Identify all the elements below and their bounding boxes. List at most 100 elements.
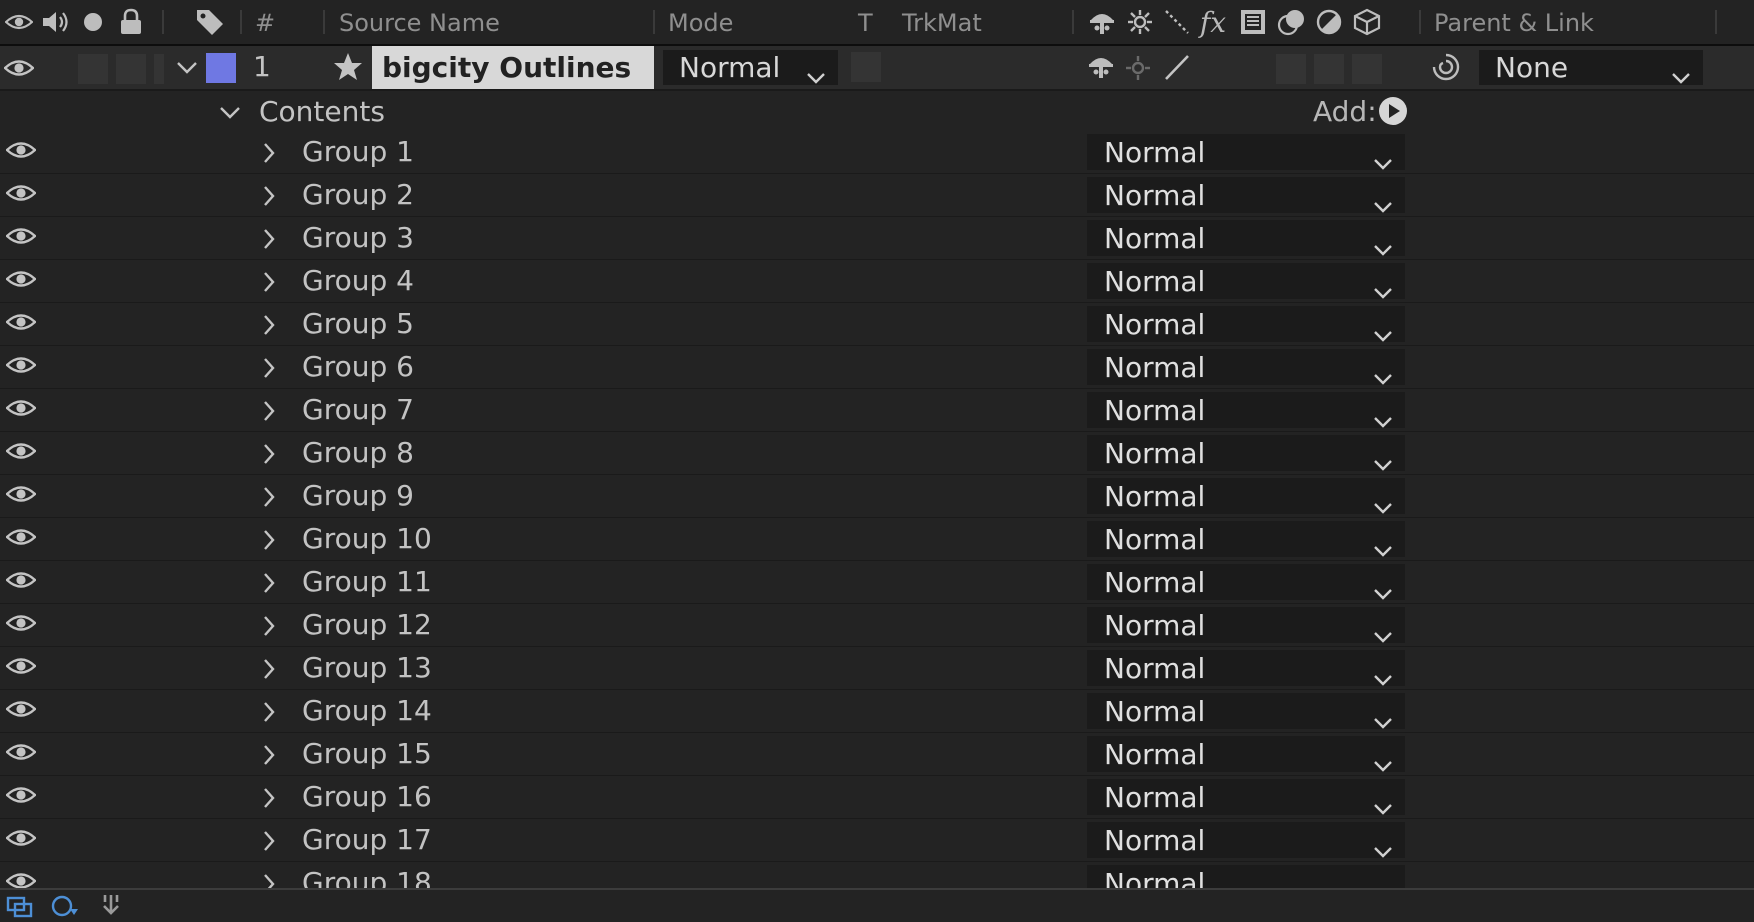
chevron-right-icon[interactable] <box>262 228 276 254</box>
chevron-right-icon[interactable] <box>262 658 276 684</box>
group-row-14[interactable]: Group 14 Normal <box>0 691 1754 733</box>
collapse-switch-icon[interactable] <box>1125 55 1151 85</box>
eye-icon[interactable] <box>5 140 37 164</box>
group-mode-dropdown[interactable]: Normal <box>1087 564 1405 600</box>
group-row-17[interactable]: Group 17 Normal <box>0 820 1754 862</box>
chevron-right-icon[interactable] <box>262 701 276 727</box>
source-name-column-header[interactable]: Source Name <box>339 9 500 37</box>
chevron-right-icon[interactable] <box>262 787 276 813</box>
chevron-right-icon[interactable] <box>262 572 276 598</box>
eye-icon[interactable] <box>5 699 37 723</box>
3d-layer-icon[interactable] <box>1351 7 1383 37</box>
group-row-9[interactable]: Group 9 Normal <box>0 476 1754 518</box>
chevron-right-icon[interactable] <box>262 529 276 555</box>
group-mode-dropdown[interactable]: Normal <box>1087 607 1405 643</box>
group-row-3[interactable]: Group 3 Normal <box>0 218 1754 260</box>
add-play-icon[interactable] <box>1378 96 1408 130</box>
eye-icon[interactable] <box>5 742 37 766</box>
trkmat-box[interactable] <box>851 52 881 82</box>
chevron-right-icon[interactable] <box>262 615 276 641</box>
group-row-5[interactable]: Group 5 Normal <box>0 304 1754 346</box>
group-mode-dropdown[interactable]: Normal <box>1087 779 1405 815</box>
layer-row[interactable]: 1 bigcity Outlines Normal None <box>0 46 1754 91</box>
shy-switch-icon[interactable] <box>1086 52 1116 84</box>
group-row-1[interactable]: Group 1 Normal <box>0 132 1754 174</box>
parent-dropdown[interactable]: None <box>1479 50 1703 85</box>
motion-blur-switch-box[interactable] <box>1314 54 1344 84</box>
group-row-2[interactable]: Group 2 Normal <box>0 175 1754 217</box>
group-mode-dropdown[interactable]: Normal <box>1087 650 1405 686</box>
eye-icon[interactable] <box>3 7 35 37</box>
group-row-6[interactable]: Group 6 Normal <box>0 347 1754 389</box>
shy-icon[interactable] <box>1086 7 1118 37</box>
group-mode-dropdown[interactable]: Normal <box>1087 220 1405 256</box>
chevron-right-icon[interactable] <box>262 271 276 297</box>
speaker-icon[interactable] <box>39 7 71 37</box>
fx-icon[interactable]: fx <box>1197 6 1229 39</box>
lock-icon[interactable] <box>115 7 147 37</box>
composition-flowchart-icon[interactable] <box>6 896 34 922</box>
lock-toggle-box[interactable] <box>154 54 164 84</box>
layer-name-field[interactable]: bigcity Outlines <box>372 46 654 89</box>
quality-switch-icon[interactable] <box>1163 53 1191 85</box>
eye-icon[interactable] <box>5 484 37 508</box>
group-mode-dropdown[interactable]: Normal <box>1087 693 1405 729</box>
expand-layer-icon[interactable] <box>50 895 80 921</box>
chevron-right-icon[interactable] <box>262 744 276 770</box>
chevron-right-icon[interactable] <box>262 486 276 512</box>
audio-toggle-box[interactable] <box>78 54 108 84</box>
group-mode-dropdown[interactable]: Normal <box>1087 263 1405 299</box>
group-row-8[interactable]: Group 8 Normal <box>0 433 1754 475</box>
eye-icon[interactable] <box>5 398 37 422</box>
group-mode-dropdown[interactable]: Normal <box>1087 822 1405 858</box>
chevron-right-icon[interactable] <box>262 443 276 469</box>
motion-blur-icon[interactable] <box>1275 7 1307 37</box>
chevron-down-icon[interactable] <box>176 60 198 79</box>
eye-icon[interactable] <box>5 226 37 250</box>
group-row-16[interactable]: Group 16 Normal <box>0 777 1754 819</box>
group-mode-dropdown[interactable]: Normal <box>1087 177 1405 213</box>
frame-blending-icon[interactable] <box>1237 7 1269 37</box>
eye-icon[interactable] <box>5 269 37 293</box>
eye-icon[interactable] <box>5 828 37 852</box>
eye-icon[interactable] <box>5 355 37 379</box>
group-row-7[interactable]: Group 7 Normal <box>0 390 1754 432</box>
group-mode-dropdown[interactable]: Normal <box>1087 134 1405 170</box>
adjustment-layer-icon[interactable] <box>1313 7 1345 37</box>
group-mode-dropdown[interactable]: Normal <box>1087 306 1405 342</box>
chevron-right-icon[interactable] <box>262 830 276 856</box>
eye-icon[interactable] <box>5 312 37 336</box>
eye-icon[interactable] <box>5 441 37 465</box>
collapse-transform-icon[interactable] <box>1124 7 1156 37</box>
group-row-11[interactable]: Group 11 Normal <box>0 562 1754 604</box>
eye-icon[interactable] <box>5 570 37 594</box>
eye-icon[interactable] <box>5 656 37 680</box>
layer-mode-dropdown[interactable]: Normal <box>663 50 838 85</box>
solo-toggle-box[interactable] <box>116 54 146 84</box>
quality-icon[interactable] <box>1161 7 1193 37</box>
group-mode-dropdown[interactable]: Normal <box>1087 349 1405 385</box>
group-mode-dropdown[interactable]: Normal <box>1087 435 1405 471</box>
chevron-right-icon[interactable] <box>262 400 276 426</box>
effect-switch-box[interactable] <box>1276 54 1306 84</box>
eye-icon[interactable] <box>5 183 37 207</box>
group-row-15[interactable]: Group 15 Normal <box>0 734 1754 776</box>
adjustment-switch-box[interactable] <box>1352 54 1382 84</box>
eye-icon[interactable] <box>5 785 37 809</box>
eye-icon[interactable] <box>5 527 37 551</box>
eye-icon[interactable] <box>5 613 37 637</box>
group-mode-dropdown[interactable]: Normal <box>1087 521 1405 557</box>
chevron-down-icon[interactable] <box>219 105 241 124</box>
toggle-switches-icon[interactable] <box>96 893 126 921</box>
label-tag-icon[interactable] <box>194 7 226 37</box>
group-row-4[interactable]: Group 4 Normal <box>0 261 1754 303</box>
group-mode-dropdown[interactable]: Normal <box>1087 392 1405 428</box>
pick-whip-icon[interactable] <box>1430 51 1462 87</box>
chevron-right-icon[interactable] <box>262 142 276 168</box>
chevron-right-icon[interactable] <box>262 185 276 211</box>
solo-dot-icon[interactable] <box>77 7 109 37</box>
group-row-10[interactable]: Group 10 Normal <box>0 519 1754 561</box>
group-row-12[interactable]: Group 12 Normal <box>0 605 1754 647</box>
group-row-13[interactable]: Group 13 Normal <box>0 648 1754 690</box>
chevron-right-icon[interactable] <box>262 357 276 383</box>
